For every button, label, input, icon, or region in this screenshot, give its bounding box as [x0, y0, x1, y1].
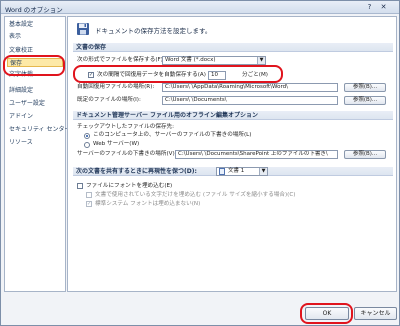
embed-fonts-checkbox[interactable]	[77, 183, 83, 189]
sidebar-item-proofing[interactable]: 文章校正	[9, 46, 33, 55]
title-bar: Word のオプション ? ✕	[1, 1, 399, 14]
section-offline-title: ドキュメント管理サーバー ファイル用のオフライン編集オプション	[73, 111, 393, 120]
share-document-value: 文書 1	[228, 168, 245, 174]
default-location-input[interactable]: C:\Users\ \Documents\	[162, 96, 338, 105]
drafts-location-input[interactable]: C:\Users\ \Documents\SharePoint 上のファイルの下…	[175, 150, 338, 159]
sidebar-item-resources[interactable]: リソース	[9, 138, 33, 147]
recovery-browse-button[interactable]: 参照(B)...	[344, 83, 386, 92]
section-save-title: 文書の保存	[73, 43, 393, 52]
default-browse-button[interactable]: 参照(B)...	[344, 96, 386, 105]
content-panel: ドキュメントの保存方法を設定します。 文書の保存 次の形式でファイルを保存する(…	[67, 16, 397, 292]
no-system-fonts-checkbox[interactable]: ✓	[86, 201, 92, 207]
section-share-title-text: 次の文書を共有するときに再現性を保つ(D):	[76, 168, 197, 175]
default-location-label: 既定のファイルの場所(I):	[77, 97, 141, 103]
drafts-browse-button[interactable]: 参照(B)...	[344, 150, 386, 159]
sidebar-item-trust-center[interactable]: セキュリティ センター	[9, 125, 71, 134]
sidebar: 基本設定 表示 文章校正 保存 文字体裁 詳細設定 ユーザー設定 アドイン セキ…	[4, 16, 71, 292]
sidebar-item-display[interactable]: 表示	[9, 32, 21, 41]
autosave-minutes-input[interactable]: 10	[208, 71, 226, 80]
embed-used-only-label: 文書で使用されている文字だけを埋め込む (ファイル サイズを縮小する場合)(C)	[95, 192, 296, 198]
drafts-location-label: サーバーのファイルの下書きの場所(V):	[77, 151, 177, 157]
autosave-unit-label: 分ごと(M)	[242, 72, 268, 78]
format-value: Word 文書 (*.docx)	[165, 57, 216, 63]
no-system-fonts-label: 標準システム フォントは埋め込まない(N)	[95, 201, 201, 207]
save-disk-icon	[77, 23, 89, 35]
sidebar-item-basic[interactable]: 基本設定	[9, 20, 33, 29]
close-icon[interactable]: ✕	[378, 3, 389, 12]
sidebar-item-customize[interactable]: ユーザー設定	[9, 99, 45, 108]
chevron-down-icon: ▼	[257, 57, 265, 64]
autosave-label: 次の間隔で回復用データを自動保存する(A)	[97, 72, 206, 78]
window-title: Word のオプション	[5, 6, 63, 14]
format-select[interactable]: Word 文書 (*.docx) ▼	[162, 56, 266, 65]
sidebar-item-addins[interactable]: アドイン	[9, 112, 33, 121]
radio-local-drafts[interactable]	[84, 133, 90, 139]
radio-web-server[interactable]	[84, 142, 90, 148]
chevron-down-icon: ▼	[259, 168, 267, 175]
sidebar-item-save[interactable]: 保存	[7, 58, 63, 67]
embed-used-only-checkbox[interactable]	[86, 192, 92, 198]
cancel-button[interactable]: キャンセル	[354, 307, 397, 320]
recovery-location-input[interactable]: C:\Users\ \AppData\Roaming\Microsoft\Wor…	[162, 83, 338, 92]
sidebar-item-typography[interactable]: 文字体裁	[9, 70, 33, 79]
help-icon[interactable]: ?	[364, 3, 375, 12]
sidebar-item-advanced[interactable]: 詳細設定	[9, 86, 33, 95]
checkout-destination-label: チェックアウトしたファイルの保存先:	[77, 124, 174, 130]
radio-web-server-label: Web サーバー(W)	[93, 141, 140, 147]
embed-fonts-label: ファイルにフォントを埋め込む(E)	[86, 183, 173, 189]
recovery-location-label: 自動回復用ファイルの場所(R):	[77, 84, 155, 90]
radio-local-drafts-label: このコンピュータ上の、サーバーのファイルの下書きの場所(L)	[93, 132, 252, 138]
options-dialog: Word のオプション ? ✕ 基本設定 表示 文章校正 保存 文字体裁 詳細設…	[0, 0, 400, 326]
share-document-select[interactable]: 文書 1 ▼	[216, 167, 268, 176]
document-icon	[219, 168, 225, 175]
page-header: ドキュメントの保存方法を設定します。	[95, 27, 212, 35]
format-label: 次の形式でファイルを保存する(F):	[77, 57, 165, 63]
ok-button[interactable]: OK	[305, 307, 349, 320]
autosave-checkbox[interactable]: ✓	[88, 72, 94, 78]
